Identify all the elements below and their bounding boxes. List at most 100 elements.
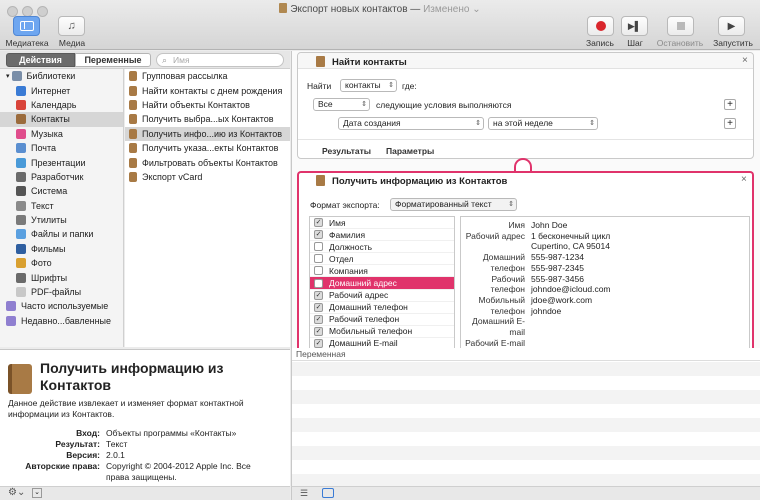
field-popup[interactable]: Дата создания ⇕ bbox=[338, 117, 484, 130]
sidebar-item-category[interactable]: Файлы и папки bbox=[0, 227, 123, 241]
description-key: Авторские права: bbox=[25, 461, 100, 471]
action-list-item[interactable]: Групповая рассылка bbox=[125, 69, 290, 83]
disclosure-triangle-icon[interactable]: ▾ bbox=[6, 72, 10, 80]
field-row[interactable]: ✓ Рабочий телефон bbox=[310, 314, 454, 326]
tab-parameters[interactable]: Параметры bbox=[386, 146, 434, 156]
sidebar-item-category[interactable]: ▾ Библиотеки bbox=[0, 69, 123, 83]
sidebar-item-category[interactable]: Система bbox=[0, 184, 123, 198]
close-action-icon[interactable]: × bbox=[742, 55, 748, 66]
field-row[interactable]: ✓ Имя bbox=[310, 217, 454, 230]
field-checkbox[interactable]: ✓ bbox=[314, 314, 323, 324]
sidebar-item-category[interactable]: Календарь bbox=[0, 98, 123, 112]
field-label: Рабочий телефон bbox=[329, 314, 400, 325]
field-checkbox[interactable] bbox=[314, 254, 323, 264]
action-list-item[interactable]: Найти контакты с днем рождения bbox=[125, 83, 290, 97]
action-list-item[interactable]: Найти объекты Контактов bbox=[125, 98, 290, 112]
record-button[interactable] bbox=[587, 16, 614, 36]
category-label: Файлы и папки bbox=[31, 229, 94, 240]
sidebar-item-category[interactable]: Утилиты bbox=[0, 213, 123, 227]
split-view-icon[interactable] bbox=[322, 488, 334, 498]
preview-key bbox=[461, 241, 531, 252]
sidebar-item-category[interactable]: Фильмы bbox=[0, 242, 123, 256]
sidebar-item-category[interactable]: Интернет bbox=[0, 83, 123, 97]
field-checkbox[interactable] bbox=[314, 278, 323, 288]
tab-actions[interactable]: Действия bbox=[6, 53, 75, 67]
sidebar-item-category[interactable]: Почта bbox=[0, 141, 123, 155]
field-row[interactable]: ✓ Мобильный телефон bbox=[310, 326, 454, 338]
sidebar-item-category[interactable]: Презентации bbox=[0, 155, 123, 169]
media-label: Медиа bbox=[58, 38, 86, 48]
find-contacts-action[interactable]: Найти контакты × Найти контакты ⇕ где: Вс… bbox=[297, 52, 754, 159]
tab-variables[interactable]: Переменные bbox=[75, 53, 151, 67]
stop-label: Остановить bbox=[656, 38, 704, 48]
field-row[interactable]: ✓ Домашний телефон bbox=[310, 302, 454, 314]
format-popup[interactable]: Форматированный текст ⇕ bbox=[390, 198, 517, 211]
sidebar-item-category[interactable]: Контакты bbox=[0, 112, 123, 127]
preview-row: Мобильный jdoe@work.com bbox=[461, 295, 749, 306]
action-list-item[interactable]: Экспорт vCard bbox=[125, 170, 290, 184]
field-checkbox[interactable]: ✓ bbox=[314, 338, 323, 348]
field-row[interactable]: Должность bbox=[310, 241, 454, 254]
field-row[interactable]: ✓ Фамилия bbox=[310, 229, 454, 242]
document-icon bbox=[279, 3, 288, 13]
tab-results[interactable]: Результаты bbox=[322, 146, 371, 156]
category-label: Интернет bbox=[31, 85, 71, 96]
category-label: Текст bbox=[31, 200, 54, 211]
preview-row: Домашний E- bbox=[461, 316, 749, 327]
field-checkbox[interactable]: ✓ bbox=[314, 218, 323, 228]
add-condition-row-button[interactable]: + bbox=[724, 118, 736, 129]
close-action-icon[interactable]: × bbox=[741, 174, 747, 185]
field-checkbox[interactable]: ✓ bbox=[314, 290, 323, 300]
field-checkbox[interactable]: ✓ bbox=[314, 230, 323, 240]
gear-icon[interactable]: ⚙⌄ bbox=[8, 487, 25, 498]
match-popup[interactable]: Все ⇕ bbox=[313, 98, 370, 111]
action-list-item[interactable]: Фильтровать объекты Контактов bbox=[125, 155, 290, 169]
add-condition-button[interactable]: + bbox=[724, 99, 736, 110]
sidebar-item-category[interactable]: Разработчик bbox=[0, 170, 123, 184]
field-row[interactable]: Домашний адрес bbox=[310, 277, 454, 290]
find-type-popup[interactable]: контакты ⇕ bbox=[340, 79, 397, 92]
field-label: Домашний телефон bbox=[329, 302, 408, 313]
sidebar-item-category[interactable]: Фото bbox=[0, 256, 123, 270]
field-row[interactable]: ✓ Рабочий адрес bbox=[310, 290, 454, 302]
action-list-item[interactable]: Получить выбра...ых Контактов bbox=[125, 112, 290, 126]
sidebar-item-category[interactable]: PDF-файлы bbox=[0, 285, 123, 299]
sidebar-item-category[interactable]: Текст bbox=[0, 199, 123, 213]
media-button[interactable]: ♫ bbox=[58, 16, 85, 36]
category-icon bbox=[16, 243, 26, 254]
sidebar-item-category[interactable]: Недавно...бавленные bbox=[0, 314, 123, 328]
field-label: Компания bbox=[329, 265, 368, 276]
library-toggle-button[interactable] bbox=[13, 16, 40, 36]
field-checkbox[interactable] bbox=[314, 242, 323, 252]
get-info-title: Получить информацию из Контактов bbox=[332, 176, 508, 187]
sidebar-item-category[interactable]: Шрифты bbox=[0, 270, 123, 284]
run-button[interactable]: ▶ bbox=[718, 16, 745, 36]
field-row[interactable]: Отдел bbox=[310, 253, 454, 266]
disclosure-icon[interactable]: ⌄ bbox=[32, 488, 42, 498]
format-value: Форматированный текст bbox=[395, 199, 492, 209]
stop-button[interactable] bbox=[667, 16, 694, 36]
get-contact-info-action[interactable]: Получить информацию из Контактов × Форма… bbox=[297, 171, 754, 350]
action-label: Получить инфо...ию из Контактов bbox=[142, 128, 282, 139]
log-header: Переменная bbox=[292, 348, 760, 361]
preview-key: Домашний bbox=[482, 252, 525, 263]
sidebar-item-category[interactable]: Часто используемые bbox=[0, 299, 123, 313]
step-button[interactable]: ▶▌ bbox=[621, 16, 648, 36]
preview-key: телефон bbox=[490, 305, 525, 316]
category-label: Календарь bbox=[31, 99, 77, 110]
category-icon bbox=[16, 215, 26, 226]
description-details: Вход: Объекты программы «Контакты» Результ… bbox=[0, 428, 290, 483]
preview-key: Домашний E- bbox=[471, 316, 525, 327]
field-checkbox[interactable] bbox=[314, 266, 323, 276]
sidebar-item-category[interactable]: Музыка bbox=[0, 127, 123, 141]
list-view-icon[interactable]: ☰ bbox=[300, 488, 308, 499]
condition-popup[interactable]: на этой неделе ⇕ bbox=[488, 117, 598, 130]
field-checkbox[interactable]: ✓ bbox=[314, 302, 323, 312]
action-list-item[interactable]: Получить инфо...ию из Контактов bbox=[125, 126, 290, 141]
preview-value: John Doe bbox=[531, 220, 568, 230]
field-row[interactable]: Компания bbox=[310, 265, 454, 278]
category-icon bbox=[6, 301, 16, 312]
action-list-item[interactable]: Получить указа...екты Контактов bbox=[125, 141, 290, 155]
search-input[interactable]: ⌕ Имя bbox=[156, 53, 284, 67]
field-checkbox[interactable]: ✓ bbox=[314, 326, 323, 336]
